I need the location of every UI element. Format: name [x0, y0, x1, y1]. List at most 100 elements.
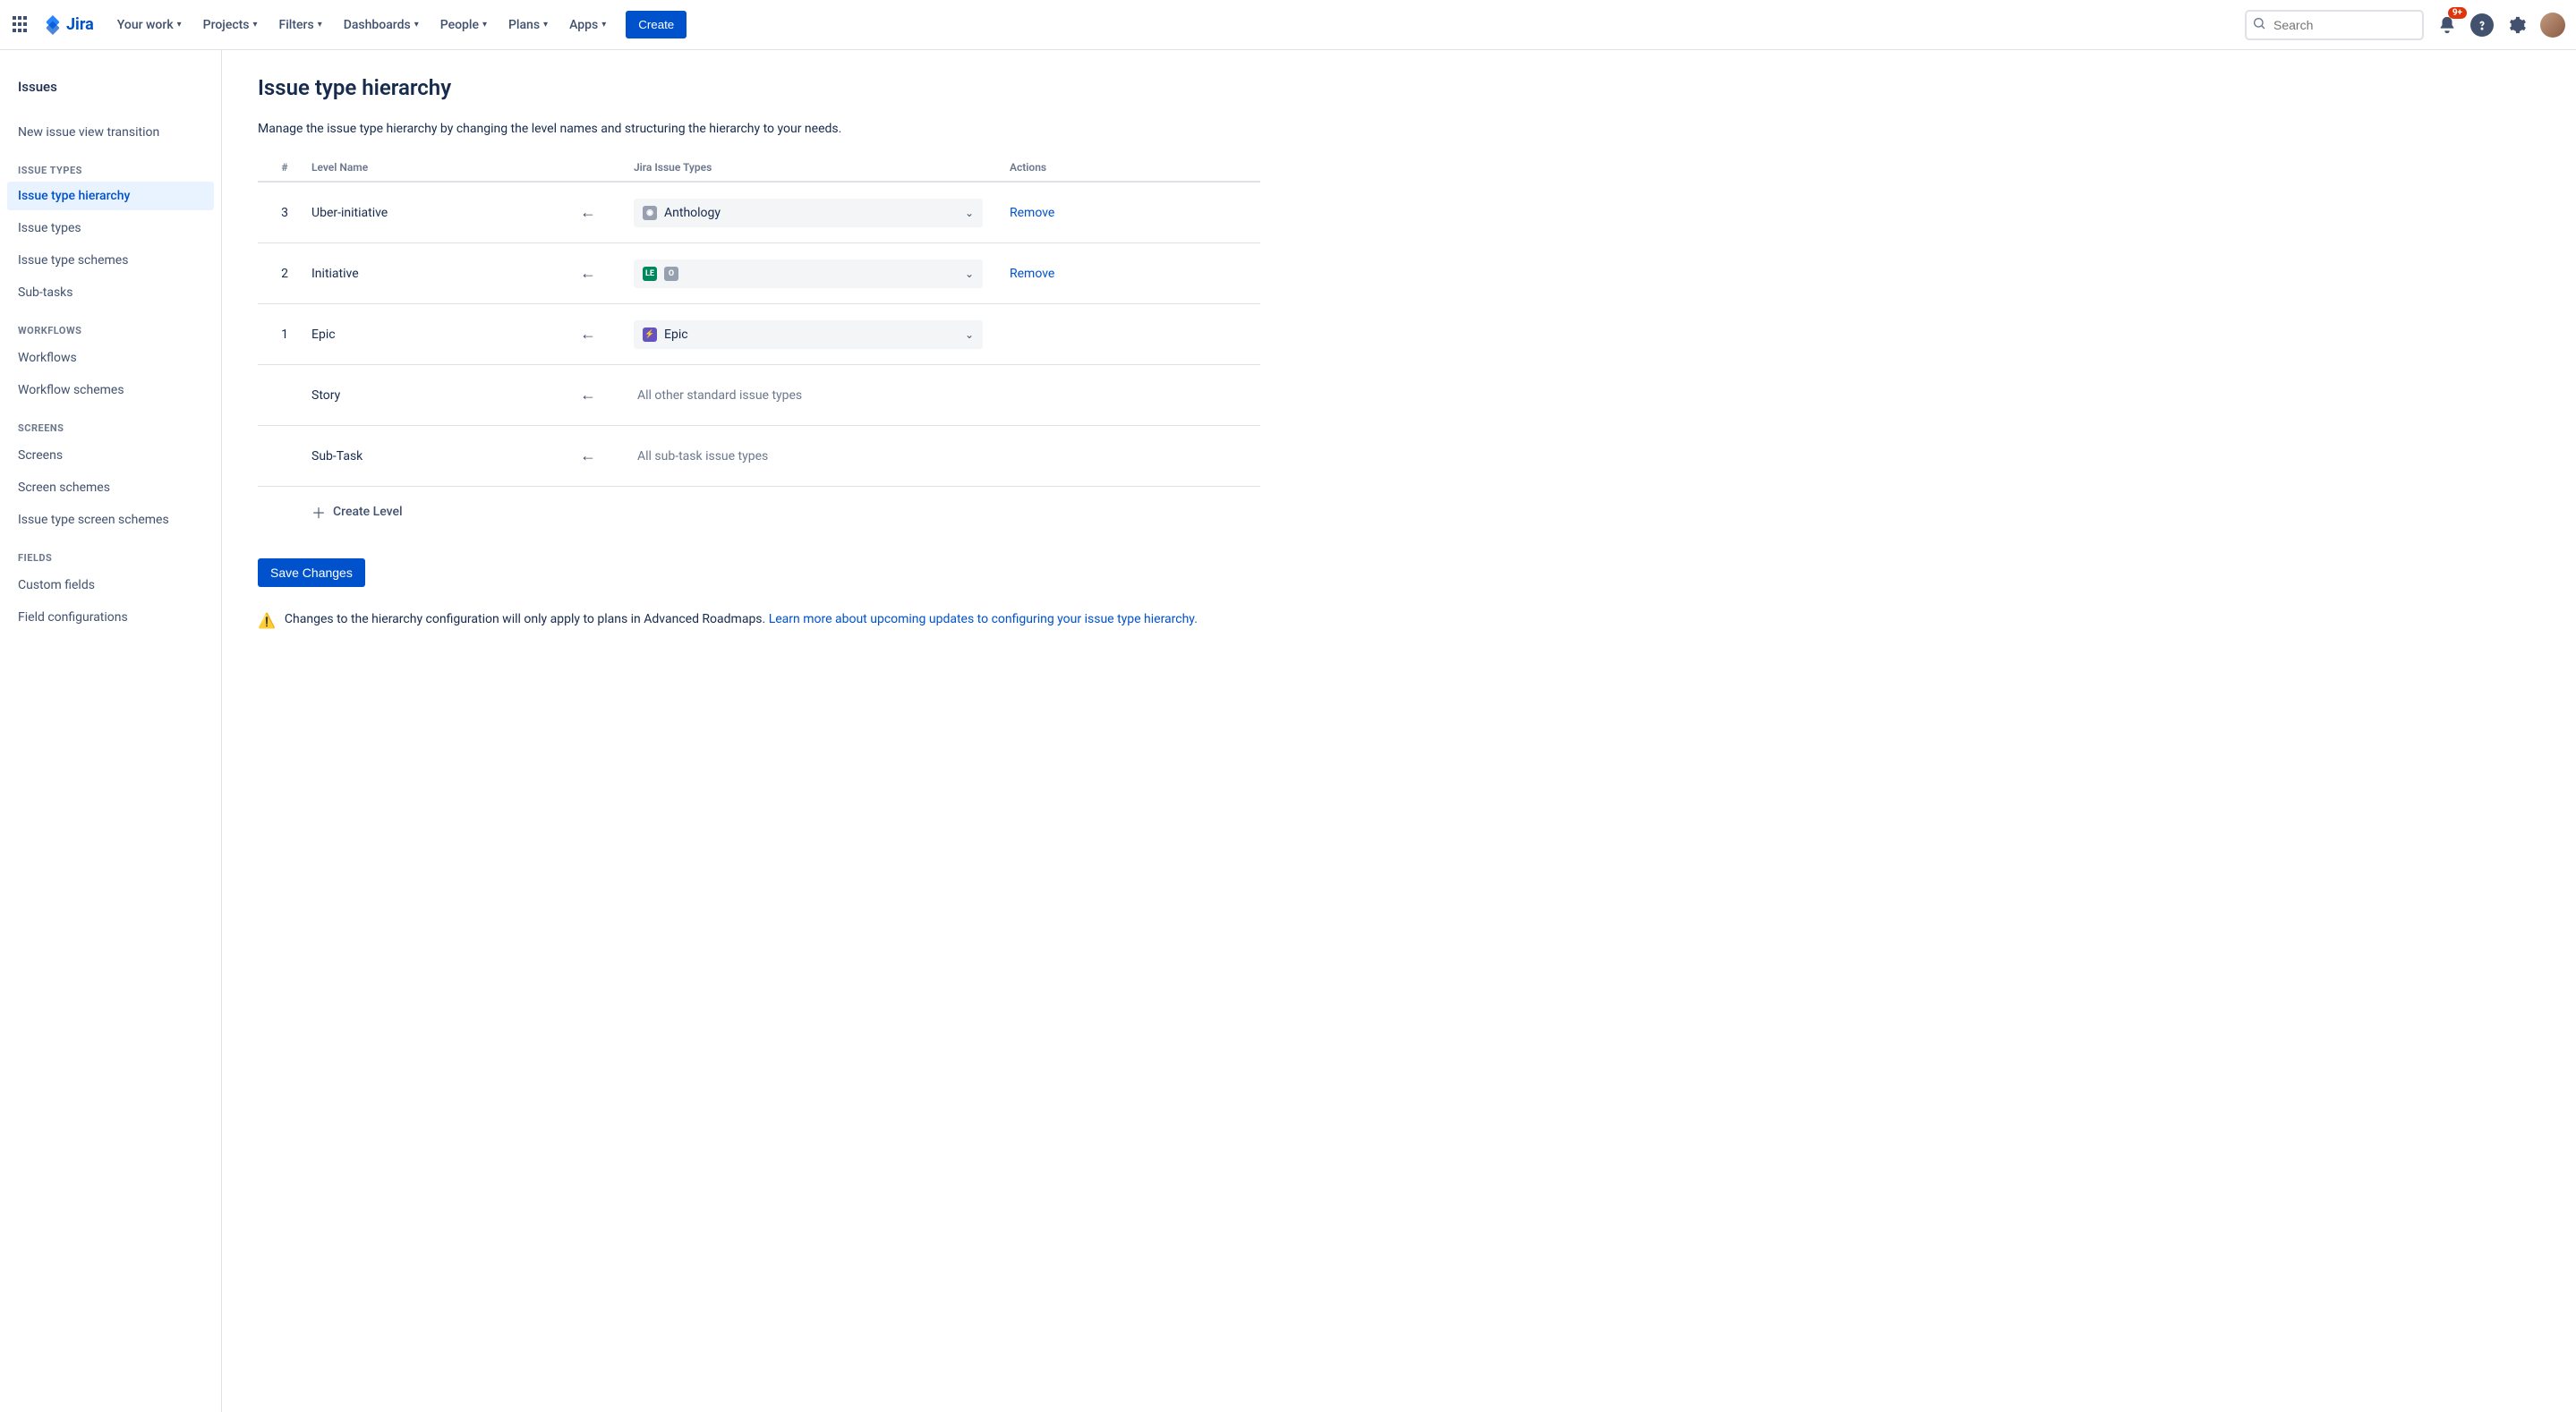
level-number: 2	[258, 267, 311, 281]
topbar-right: 9+	[2245, 10, 2565, 40]
nav-item-your-work[interactable]: Your work▾	[108, 11, 191, 39]
chevron-down-icon: ▾	[482, 20, 487, 30]
sidebar-group-screens: Screens	[7, 406, 214, 439]
nav-item-dashboards[interactable]: Dashboards▾	[335, 11, 428, 39]
sidebar-item-custom-fields[interactable]: Custom fields	[7, 569, 214, 601]
sidebar-group-workflows: Workflows	[7, 309, 214, 342]
jira-mark-icon	[43, 15, 63, 35]
chevron-down-icon: ⌄	[965, 268, 974, 280]
level-name: Initiative	[311, 267, 580, 281]
settings-button[interactable]	[2503, 11, 2531, 39]
nav-items: Your work▾Projects▾Filters▾Dashboards▾Pe…	[108, 11, 615, 39]
issue-types-select[interactable]: LE O ⌄	[634, 259, 983, 288]
nav-item-plans[interactable]: Plans▾	[499, 11, 557, 39]
issue-types-select[interactable]: ⚡Epic⌄	[634, 320, 983, 349]
arrow-left-icon[interactable]: ←	[580, 264, 596, 283]
sidebar-item-screens[interactable]: Screens	[7, 439, 214, 472]
chevron-down-icon: ▾	[543, 20, 548, 30]
table-row: Story← All other standard issue types	[258, 365, 1260, 426]
col-actions-header: Actions	[1010, 161, 1260, 174]
brand-text: Jira	[66, 15, 94, 34]
search-icon	[2252, 16, 2266, 34]
chevron-down-icon: ▾	[601, 20, 606, 30]
nav-item-filters[interactable]: Filters▾	[270, 11, 331, 39]
jira-logo[interactable]: Jira	[43, 15, 94, 35]
topbar-left: Jira Your work▾Projects▾Filters▾Dashboar…	[11, 11, 687, 39]
level-name: Epic	[311, 327, 580, 342]
avatar[interactable]	[2540, 13, 2565, 38]
level-name: Story	[311, 388, 580, 403]
table-row: 2Initiative← LE O ⌄ Remove	[258, 243, 1260, 304]
table-header: # Level Name Jira Issue Types Actions	[258, 154, 1260, 183]
hierarchy-table: # Level Name Jira Issue Types Actions 3U…	[258, 154, 1260, 487]
app-switcher-icon[interactable]	[11, 14, 32, 36]
chevron-down-icon: ▾	[253, 20, 258, 30]
remove-link[interactable]: Remove	[1010, 206, 1054, 220]
epic-icon: ⚡	[643, 327, 657, 342]
level-name: Uber-initiative	[311, 206, 580, 220]
sidebar: Issues New issue view transition Issue t…	[0, 50, 222, 1412]
arrow-left-icon[interactable]: ←	[580, 203, 596, 222]
plus-icon: ＋	[311, 501, 326, 523]
sidebar-item-issue-type-hierarchy[interactable]: Issue type hierarchy	[7, 182, 214, 210]
arrow-left-icon[interactable]: ←	[580, 386, 596, 404]
sidebar-item-issue-type-screen-schemes[interactable]: Issue type screen schemes	[7, 504, 214, 536]
table-row: Sub-Task← All sub-task issue types	[258, 426, 1260, 487]
nav-item-apps[interactable]: Apps▾	[560, 11, 615, 39]
sidebar-item-issue-type-schemes[interactable]: Issue type schemes	[7, 244, 214, 276]
page-title: Issue type hierarchy	[258, 75, 1260, 100]
layout: Issues New issue view transition Issue t…	[0, 50, 2576, 1412]
search-box	[2245, 10, 2424, 40]
level-name: Sub-Task	[311, 449, 580, 464]
chevron-down-icon: ⌄	[965, 207, 974, 219]
col-num-header: #	[258, 161, 311, 174]
col-name-header: Level Name	[311, 161, 580, 174]
issue-types-select[interactable]: ◉Anthology⌄	[634, 199, 983, 227]
sidebar-issues[interactable]: Issues	[7, 72, 214, 102]
sidebar-group-fields: Fields	[7, 536, 214, 569]
sidebar-item-sub-tasks[interactable]: Sub-tasks	[7, 276, 214, 309]
save-changes-button[interactable]: Save Changes	[258, 558, 365, 587]
remove-link[interactable]: Remove	[1010, 267, 1054, 281]
help-button[interactable]	[2470, 13, 2494, 37]
page-description: Manage the issue type hierarchy by chang…	[258, 122, 1260, 136]
sidebar-item-issue-types[interactable]: Issue types	[7, 212, 214, 244]
table-row: 3Uber-initiative← ◉Anthology⌄ Remove	[258, 183, 1260, 243]
topbar: Jira Your work▾Projects▾Filters▾Dashboar…	[0, 0, 2576, 50]
anthology-icon: ◉	[643, 206, 657, 220]
chevron-down-icon: ⌄	[965, 328, 974, 341]
level-number: 3	[258, 206, 311, 220]
warning-link[interactable]: Learn more about upcoming updates to con…	[769, 612, 1198, 626]
create-level-button[interactable]: ＋ Create Level	[258, 487, 403, 537]
o-icon: O	[664, 267, 678, 281]
chevron-down-icon: ▾	[414, 20, 419, 30]
arrow-left-icon[interactable]: ←	[580, 447, 596, 465]
sidebar-item-screen-schemes[interactable]: Screen schemes	[7, 472, 214, 504]
le-icon: LE	[643, 267, 657, 281]
chevron-down-icon: ▾	[177, 20, 182, 30]
warning-box: ⚠️ Changes to the hierarchy configuratio…	[258, 612, 1260, 629]
level-number: 1	[258, 327, 311, 342]
search-input[interactable]	[2245, 10, 2424, 40]
sidebar-item-field-configurations[interactable]: Field configurations	[7, 601, 214, 634]
create-button[interactable]: Create	[626, 11, 687, 38]
issue-types-readonly: All sub-task issue types	[634, 449, 1010, 464]
notifications-button[interactable]: 9+	[2433, 11, 2461, 39]
nav-item-people[interactable]: People▾	[431, 11, 496, 39]
notifications-badge: 9+	[2448, 7, 2467, 19]
main-content: Issue type hierarchy Manage the issue ty…	[222, 50, 1296, 1412]
table-row: 1Epic← ⚡Epic⌄	[258, 304, 1260, 365]
issue-types-readonly: All other standard issue types	[634, 388, 1010, 403]
sidebar-transition[interactable]: New issue view transition	[7, 118, 214, 147]
chevron-down-icon: ▾	[318, 20, 322, 30]
col-types-header: Jira Issue Types	[634, 161, 1010, 174]
sidebar-item-workflows[interactable]: Workflows	[7, 342, 214, 374]
gear-icon	[2507, 15, 2527, 35]
question-icon	[2476, 19, 2488, 31]
warning-icon: ⚠️	[258, 612, 276, 629]
sidebar-item-workflow-schemes[interactable]: Workflow schemes	[7, 374, 214, 406]
warning-text: Changes to the hierarchy configuration w…	[285, 612, 769, 626]
sidebar-group-issue-types: Issue types	[7, 149, 214, 182]
nav-item-projects[interactable]: Projects▾	[194, 11, 267, 39]
arrow-left-icon[interactable]: ←	[580, 325, 596, 344]
